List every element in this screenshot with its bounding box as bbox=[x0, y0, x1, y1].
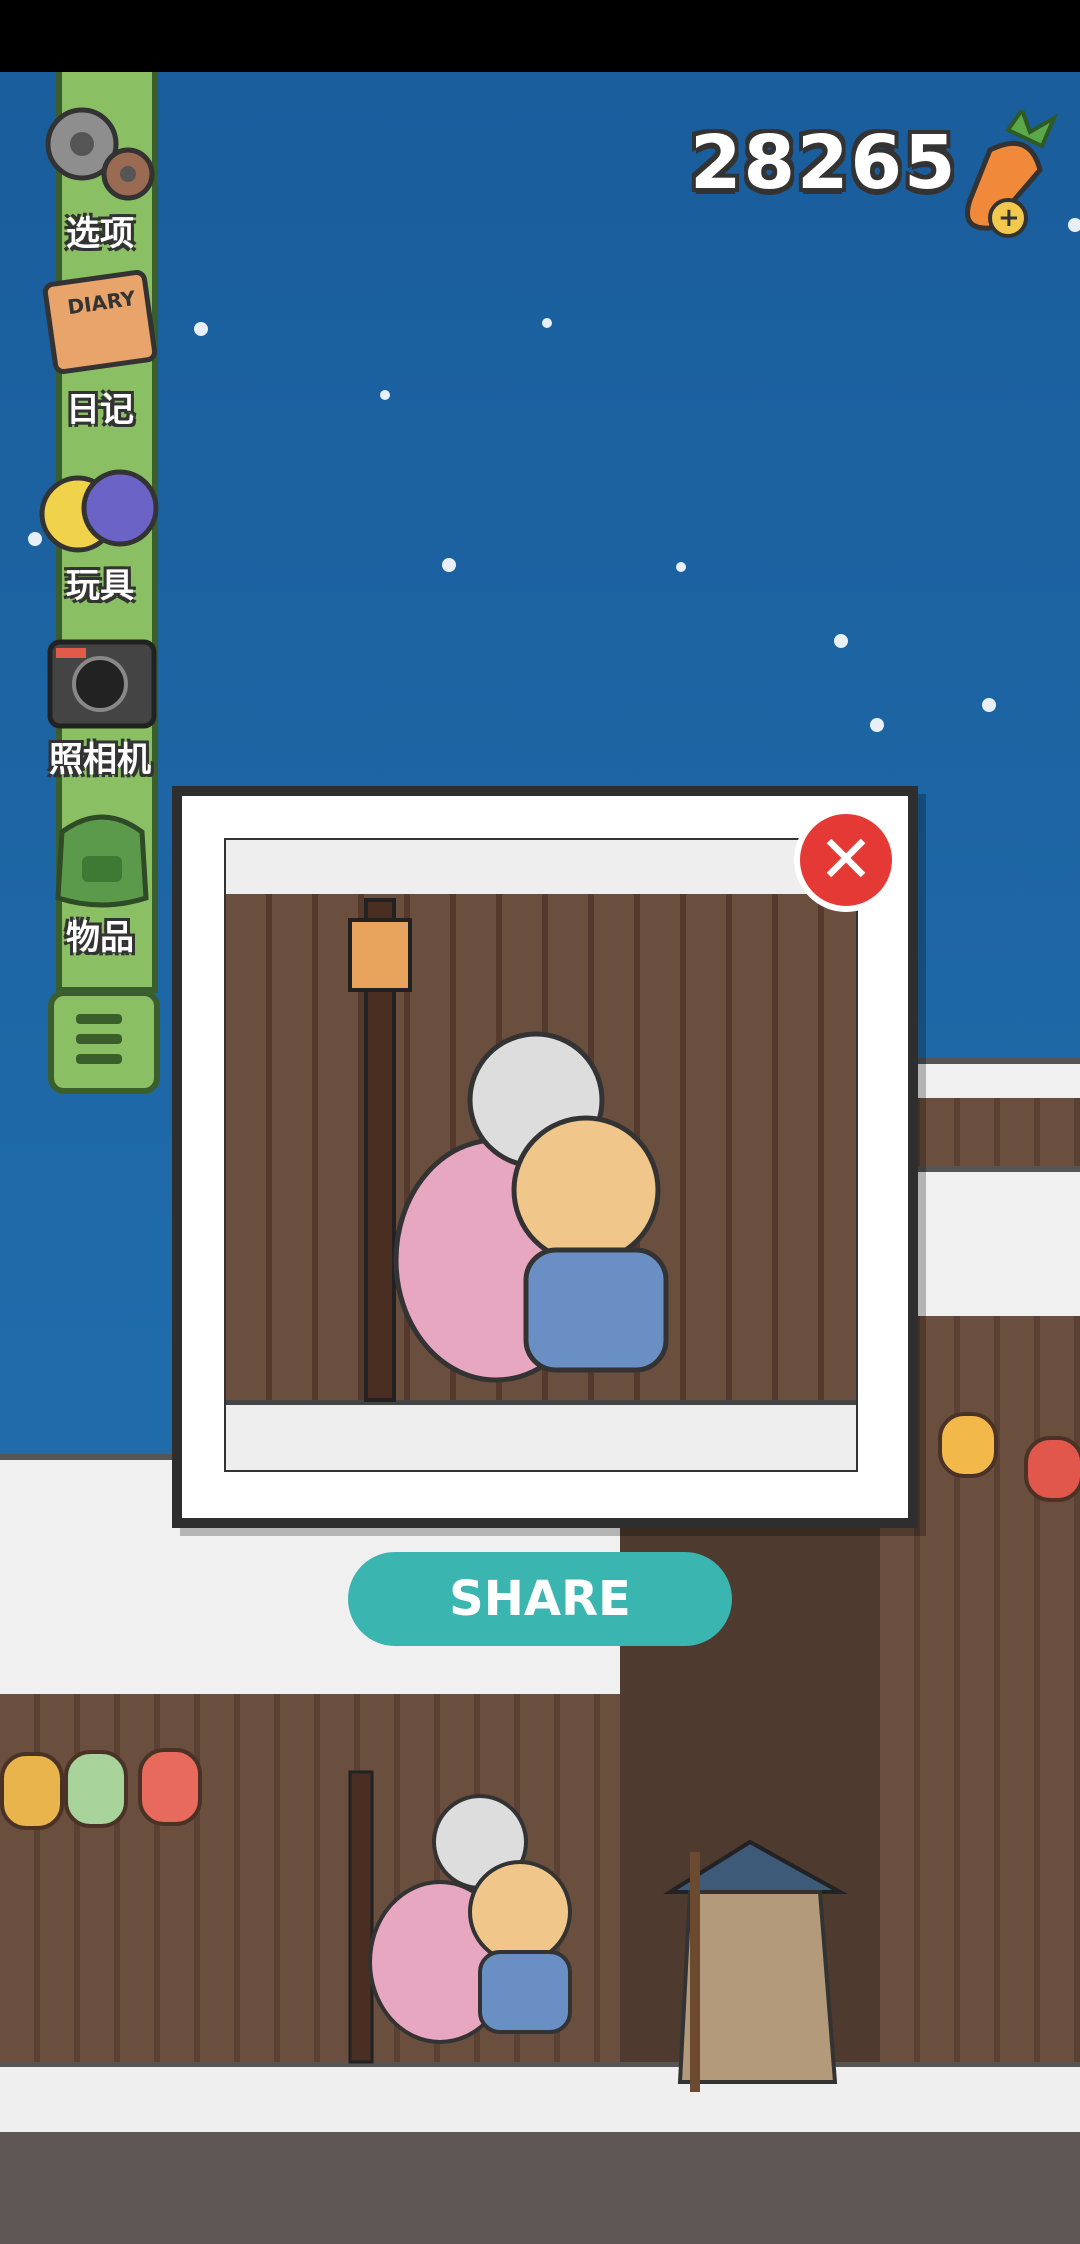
snowflake bbox=[1068, 218, 1080, 232]
street bbox=[0, 2132, 1080, 2244]
cat-characters[interactable] bbox=[330, 1762, 630, 2092]
sidebar-label-diary[interactable]: 日记 bbox=[40, 382, 160, 431]
snowflake bbox=[442, 558, 456, 572]
game-scene[interactable]: 选项 DIARY 日记 玩具 照相机 物品 28265 + ✕ SHARE bbox=[0, 72, 1080, 2244]
sidebar-label-camera[interactable]: 照相机 bbox=[40, 732, 160, 781]
snowflake bbox=[834, 634, 848, 648]
snowflake bbox=[542, 318, 552, 328]
plus-icon: + bbox=[998, 203, 1020, 233]
gears-icon[interactable] bbox=[34, 94, 164, 204]
snowflake bbox=[676, 562, 686, 572]
paper-lantern bbox=[0, 1752, 64, 1830]
close-icon[interactable]: ✕ bbox=[794, 808, 898, 912]
sidebar-label-options[interactable]: 选项 bbox=[40, 206, 160, 255]
diary-book-icon[interactable]: DIARY bbox=[40, 268, 160, 380]
share-button[interactable]: SHARE bbox=[348, 1552, 732, 1646]
captured-photo bbox=[224, 838, 858, 1472]
hamburger-menu-icon[interactable] bbox=[48, 990, 160, 1094]
status-bar bbox=[0, 0, 1080, 72]
paper-lantern bbox=[938, 1412, 998, 1478]
carrot-count: 28265 bbox=[690, 120, 958, 206]
paper-lantern bbox=[1024, 1436, 1080, 1502]
paper-lantern bbox=[64, 1750, 128, 1828]
toy-balls-icon[interactable] bbox=[34, 452, 164, 562]
sidebar-label-items[interactable]: 物品 bbox=[40, 910, 160, 959]
sidebar-label-toys[interactable]: 玩具 bbox=[40, 558, 160, 607]
snowflake bbox=[194, 322, 208, 336]
snowflake bbox=[982, 698, 996, 712]
carrot-add-icon[interactable]: + bbox=[950, 110, 1060, 240]
close-glyph: ✕ bbox=[818, 821, 874, 898]
photo-subject-cats bbox=[348, 898, 669, 1402]
straw-cloak-traveler[interactable] bbox=[650, 1832, 850, 2102]
paper-lantern bbox=[138, 1748, 202, 1826]
backpack-icon[interactable] bbox=[42, 802, 162, 912]
camera-icon[interactable] bbox=[42, 628, 162, 738]
snowflake bbox=[380, 390, 390, 400]
snowflake bbox=[870, 718, 884, 732]
